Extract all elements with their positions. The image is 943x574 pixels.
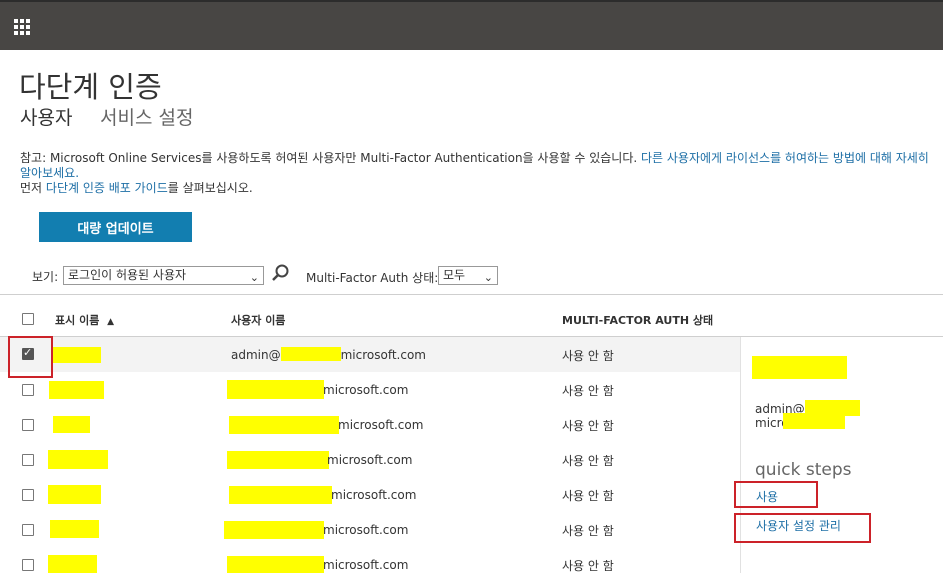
redacted-user-part [229, 486, 332, 504]
redacted-display-name [53, 347, 101, 363]
info-note: 참고: Microsoft Online Services를 사용하도록 허여된… [20, 151, 940, 196]
row-mfa-status: 사용 안 함 [562, 559, 614, 573]
note-line2-suffix: 를 살펴보십시오. [167, 181, 253, 195]
user-name-prefix: admin@ [231, 348, 281, 362]
column-header-mfa-status[interactable]: MULTI-FACTOR AUTH 상태 [562, 312, 713, 328]
redacted-user-part [227, 451, 329, 469]
redacted-user-part [224, 521, 324, 539]
deployment-guide-link[interactable]: 다단계 인증 배포 가이드 [46, 181, 168, 195]
quick-steps-heading: quick steps [755, 460, 852, 480]
tab-users[interactable]: 사용자 [20, 103, 72, 130]
redacted-display-name [48, 555, 97, 573]
view-filter-label: 보기: [32, 270, 59, 284]
redacted-panel-detail [783, 413, 845, 429]
search-icon[interactable] [271, 263, 291, 283]
mfa-filter-value: 모두 [443, 268, 466, 282]
view-filter-select[interactable]: 로그인이 허용된 사용자 ⌄ [63, 266, 264, 285]
display-name-header-label: 표시 이름 [55, 314, 100, 327]
row-mfa-status: 사용 안 함 [562, 489, 614, 503]
page-title: 다단계 인증 [19, 70, 162, 104]
redacted-display-name [53, 416, 90, 433]
row-checkbox[interactable] [22, 489, 34, 501]
row-user-name[interactable]: admin@ microsoft.com [231, 347, 426, 362]
note-text: 참고: Microsoft Online Services를 사용하도록 허여된… [20, 151, 641, 165]
row-mfa-status: 사용 안 함 [562, 524, 614, 538]
row-mfa-status: 사용 안 함 [562, 349, 614, 363]
row-checkbox[interactable] [22, 454, 34, 466]
user-name-suffix: microsoft.com [340, 348, 426, 362]
view-filter-value: 로그인이 허용된 사용자 [68, 268, 187, 282]
row-checkbox[interactable] [22, 384, 34, 396]
row-user-name-suffix[interactable]: microsoft.com [327, 453, 412, 467]
redacted-display-name [49, 381, 104, 399]
column-header-user-name[interactable]: 사용자 이름 [231, 312, 285, 328]
highlight-box-manage-settings [734, 513, 871, 543]
redacted-display-name [48, 485, 101, 504]
note-line2-prefix: 먼저 [20, 181, 46, 195]
row-user-name-suffix[interactable]: microsoft.com [338, 418, 423, 432]
app-launcher-icon[interactable] [14, 19, 30, 35]
chevron-down-icon: ⌄ [249, 271, 259, 284]
row-user-name-suffix[interactable]: microsoft.com [323, 383, 408, 397]
chevron-down-icon: ⌄ [483, 271, 493, 284]
row-user-name-suffix[interactable]: microsoft.com [331, 488, 416, 502]
redacted-display-name [50, 520, 99, 538]
row-checkbox[interactable] [22, 524, 34, 536]
row-checkbox[interactable] [22, 559, 34, 571]
column-header-display-name[interactable]: 표시 이름 ▲ [55, 312, 114, 328]
redacted-panel-name [752, 356, 847, 379]
row-checkbox[interactable] [22, 419, 34, 431]
mfa-filter-label: Multi-Factor Auth 상태: [306, 271, 439, 285]
divider [0, 294, 943, 295]
redacted-user-part [229, 416, 339, 434]
redacted-user-part [280, 347, 341, 361]
row-mfa-status: 사용 안 함 [562, 419, 614, 433]
redacted-user-part [227, 556, 324, 573]
redacted-user-part [227, 380, 324, 399]
row-user-name-suffix[interactable]: microsoft.com [323, 558, 408, 572]
tab-service-settings[interactable]: 서비스 설정 [100, 103, 193, 130]
top-nav-bar [0, 0, 943, 50]
sort-ascending-icon: ▲ [107, 317, 115, 327]
row-mfa-status: 사용 안 함 [562, 384, 614, 398]
bulk-update-button[interactable]: 대량 업데이트 [39, 212, 192, 242]
highlight-box-checkbox [8, 336, 53, 378]
mfa-status-select[interactable]: 모두 ⌄ [438, 266, 498, 285]
select-all-checkbox[interactable] [22, 313, 34, 325]
highlight-box-enable [734, 481, 818, 508]
row-mfa-status: 사용 안 함 [562, 454, 614, 468]
redacted-display-name [48, 450, 108, 469]
row-user-name-suffix[interactable]: microsoft.com [323, 523, 408, 537]
